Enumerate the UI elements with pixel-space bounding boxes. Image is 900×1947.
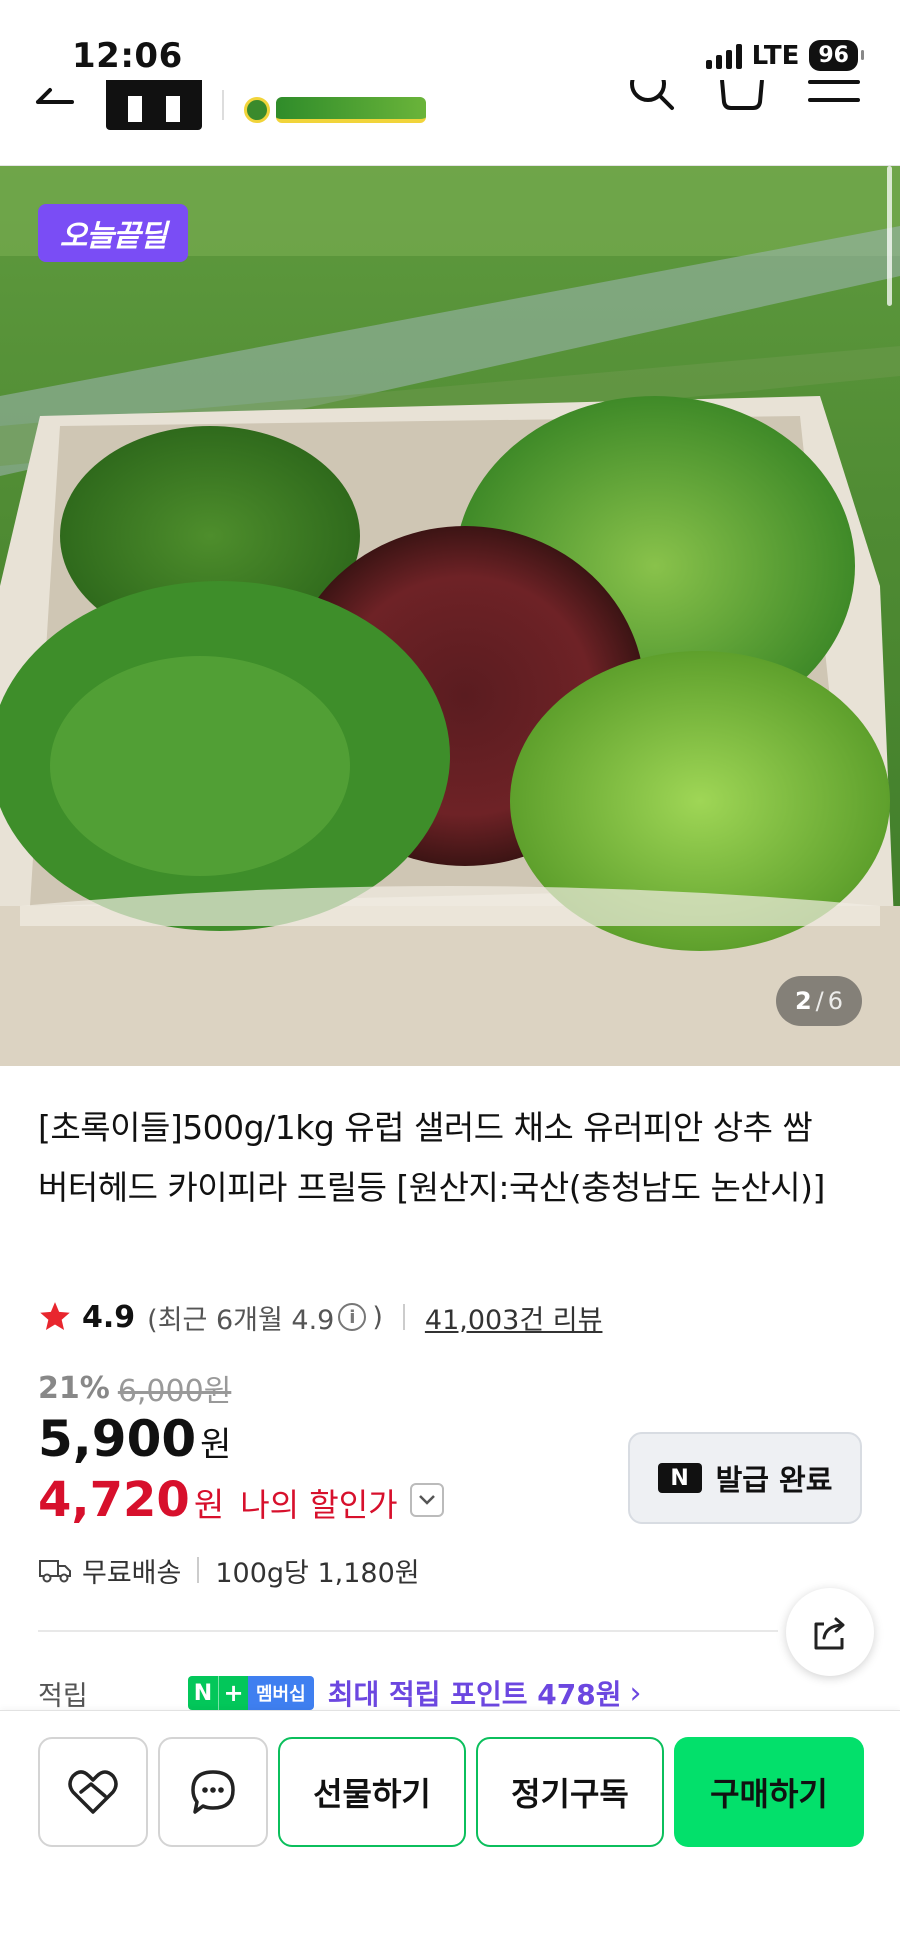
np-plus-glyph: +	[218, 1676, 248, 1710]
info-icon[interactable]: i	[338, 1303, 367, 1331]
np-n-glyph: N	[188, 1676, 218, 1710]
shipping-divider	[197, 1557, 200, 1583]
chevron-right-icon: ›	[629, 1675, 642, 1711]
max-points-text: 최대 적립 포인트 478원	[327, 1678, 622, 1711]
share-icon	[814, 1617, 845, 1650]
discount-rate: 21%	[38, 1370, 110, 1406]
buy-button[interactable]: 구매하기	[674, 1737, 864, 1847]
coupon-label: 발급 완료	[715, 1463, 833, 1497]
scroll-indicator	[887, 166, 892, 306]
brand-logo[interactable]	[244, 88, 426, 132]
cart-icon[interactable]	[716, 80, 768, 130]
bottom-action-bar: 선물하기 정기구독 구매하기	[0, 1710, 900, 1947]
sale-price: 5,900	[38, 1410, 197, 1468]
today-deal-badge: 오늘끝딜	[38, 204, 188, 262]
rating-row: 4.9 (최근 6개월 4.9 i ) 41,003건 리뷰	[38, 1294, 602, 1340]
battery-icon: 96	[809, 40, 864, 71]
status-time: 12:06	[72, 36, 183, 76]
product-photo	[0, 166, 900, 1066]
shipping-row: 무료배송 100g당 1,180원	[38, 1548, 420, 1592]
rating-score: 4.9	[82, 1299, 136, 1335]
my-price-label: 나의 할인가	[240, 1486, 398, 1524]
pager-total: 6	[827, 987, 844, 1015]
header-divider	[222, 90, 224, 120]
menu-icon[interactable]	[806, 80, 862, 130]
my-price-unit: 원	[193, 1485, 225, 1524]
points-label: 적립	[38, 1680, 88, 1712]
my-price-row[interactable]: 4,720 원 나의 할인가	[38, 1472, 444, 1528]
back-arrow-icon[interactable]	[34, 80, 76, 128]
rating-divider	[402, 1304, 405, 1330]
review-count-link[interactable]: 41,003건 리뷰	[425, 1298, 603, 1337]
section-divider	[38, 1630, 778, 1632]
image-pager: 2 / 6	[776, 976, 862, 1026]
top-header	[0, 80, 900, 166]
status-indicators: LTE 96	[705, 40, 864, 71]
pager-current: 2	[794, 987, 812, 1015]
truck-icon	[39, 1560, 71, 1583]
free-shipping-label: 무료배송	[82, 1557, 182, 1589]
network-label: LTE	[751, 40, 800, 71]
brand-seal-icon	[244, 97, 270, 123]
nh-logo[interactable]	[106, 80, 202, 130]
my-price: 4,720	[38, 1472, 190, 1528]
price-unit: 원	[200, 1425, 232, 1465]
star-icon	[40, 1302, 70, 1331]
naver-n-icon: N	[657, 1463, 702, 1493]
product-title: [초록이들]500g/1kg 유럽 샐러드 채소 유러피안 상추 쌈 버터헤드 …	[38, 1108, 825, 1207]
wishlist-button[interactable]	[38, 1737, 148, 1847]
rating-recent-close: )	[372, 1301, 383, 1333]
rating-recent: (최근 6개월 4.9	[147, 1304, 335, 1336]
talk-button[interactable]	[158, 1737, 268, 1847]
naver-plus-membership-badge: N + 멤버십	[188, 1676, 314, 1710]
subscribe-button[interactable]: 정기구독	[476, 1737, 664, 1847]
gift-button[interactable]: 선물하기	[278, 1737, 466, 1847]
pager-separator: /	[815, 987, 824, 1015]
chat-bubble-icon	[191, 1770, 235, 1814]
share-button[interactable]	[786, 1588, 874, 1676]
unit-price: 100g당 1,180원	[215, 1557, 420, 1589]
coupon-issued-button[interactable]: N 발급 완료	[628, 1432, 862, 1524]
price-row: 5,900 원	[38, 1410, 231, 1468]
search-icon[interactable]	[624, 80, 678, 130]
chevron-down-icon[interactable]	[409, 1483, 444, 1517]
signal-icon	[705, 43, 742, 69]
np-member-label: 멤버십	[248, 1676, 314, 1710]
original-price: 6,000원	[117, 1374, 232, 1409]
heart-check-icon	[68, 1770, 118, 1814]
brand-wordmark	[276, 97, 426, 123]
discount-row: 21% 6,000원	[38, 1366, 231, 1410]
product-image-carousel[interactable]: 오늘끝딜 2 / 6	[0, 166, 900, 1066]
